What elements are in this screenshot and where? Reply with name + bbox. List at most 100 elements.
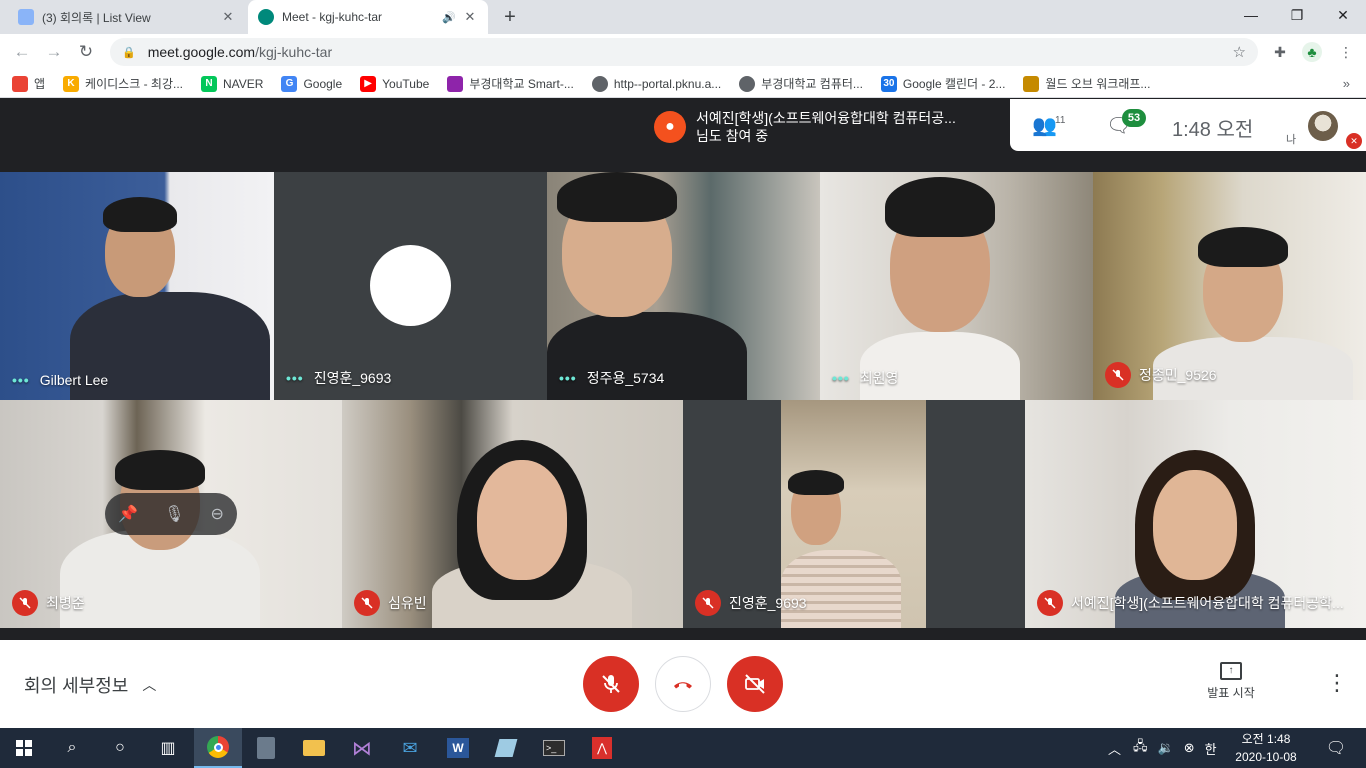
search-icon[interactable]: ⌕ <box>48 728 96 768</box>
taskbar-clock[interactable]: 오전 1:48 2020-10-08 <box>1230 730 1302 766</box>
bookmark-apps[interactable]: 앱 <box>12 75 45 92</box>
mic-off-icon <box>602 675 620 693</box>
mic-off-icon <box>1037 590 1063 616</box>
menu-icon[interactable]: ⋮ <box>1336 42 1356 62</box>
windows-start-icon[interactable] <box>0 728 48 768</box>
profile-extension-icon[interactable]: ♣ <box>1302 42 1322 62</box>
task-view-icon[interactable]: ▥ <box>144 728 192 768</box>
chrome-taskbar-icon[interactable] <box>194 728 242 768</box>
participant-name: ••• Gilbert Lee <box>12 372 108 388</box>
url-path: /kgj-kuhc-tar <box>255 44 333 60</box>
bookmark-google[interactable]: G Google <box>281 75 342 92</box>
meet-control-bar: 회의 세부정보 ︿ ↑ 발표 시작 ⋮ <box>0 640 1366 728</box>
more-options-icon[interactable]: ⋮ <box>1326 670 1348 696</box>
pin-icon[interactable]: 📌 <box>118 504 138 524</box>
notification-center-icon[interactable]: 🗨 <box>1312 728 1360 768</box>
new-tab-button[interactable]: + <box>498 5 522 29</box>
globe-icon <box>591 75 608 92</box>
word-icon[interactable]: W <box>434 728 482 768</box>
back-button[interactable]: ← <box>10 40 34 64</box>
close-window-button[interactable]: ✕ <box>1320 0 1366 32</box>
people-icon[interactable]: 👥 <box>1032 113 1057 138</box>
volume-icon[interactable]: 🔉 <box>1158 740 1174 756</box>
mute-participant-icon[interactable]: 🎙 <box>164 504 184 524</box>
taskbar-date: 2020-10-08 <box>1235 750 1297 764</box>
remove-participant-icon[interactable]: ⊖ <box>211 504 224 524</box>
video-tile-1[interactable]: ••• Gilbert Lee <box>0 172 274 400</box>
app-icon[interactable] <box>482 728 530 768</box>
naver-icon: N <box>201 75 217 92</box>
reload-button[interactable]: ↻ <box>74 40 98 64</box>
join-notification: ● 서예진[학생](소프트웨어융합대학 컴퓨터공... 님도 참여 중 <box>646 103 1010 151</box>
bookmark-pknu-smart[interactable]: 부경대학교 Smart-... <box>447 75 574 92</box>
self-avatar[interactable] <box>1308 111 1338 141</box>
close-icon[interactable]: ✕ <box>462 9 478 25</box>
microphone-toggle-button[interactable] <box>583 656 639 712</box>
mic-off-icon <box>12 590 38 616</box>
meeting-time: 1:48 오전 <box>1172 119 1254 141</box>
self-label: 나 <box>1286 134 1297 146</box>
present-now-button[interactable]: ↑ 발표 시작 <box>1196 662 1266 701</box>
browser-tab-strip: (3) 회의록 | List View ✕ Meet - kgj-kuhc-ta… <box>0 0 1366 34</box>
participant-name: 정종민_9526 <box>1105 362 1217 388</box>
notification-text: 서예진[학생](소프트웨어융합대학 컴퓨터공... 님도 참여 중 <box>696 109 996 145</box>
chevron-up-icon[interactable]: ︿ <box>1108 739 1121 758</box>
meet-icon <box>258 9 274 25</box>
video-tile-7[interactable]: 심유빈 <box>342 400 683 628</box>
leave-call-button[interactable] <box>655 656 711 712</box>
video-tile-8[interactable]: 진영훈_9693 <box>683 400 1025 628</box>
bookmark-pknu-cs[interactable]: 부경대학교 컴퓨터... <box>739 75 863 92</box>
bookmark-calendar[interactable]: 30 Google 캘린더 - 2... <box>880 75 1005 92</box>
terminal-icon[interactable]: >_ <box>530 728 578 768</box>
tab-title: (3) 회의록 | List View <box>42 10 151 25</box>
bookmark-wow[interactable]: 월드 오브 워크래프... <box>1023 75 1150 92</box>
mail-icon[interactable]: ✉ <box>386 728 434 768</box>
globe-icon <box>739 75 756 92</box>
video-tile-4[interactable]: ••• 최원영 <box>820 172 1093 400</box>
participant-name-text: 진영훈_9693 <box>313 370 392 386</box>
visual-studio-icon[interactable]: ⋈ <box>338 728 386 768</box>
bookmark-portal[interactable]: http--portal.pknu.a... <box>591 75 721 92</box>
url-host: meet.google.com <box>147 44 256 60</box>
address-bar[interactable]: 🔒 meet.google.com/kgj-kuhc-tar ☆ <box>110 38 1258 66</box>
bookmarks-bar: 앱 K 케이디스크 - 최강... N NAVER G Google ▶ YouTube… <box>0 70 1366 98</box>
camera-toggle-button[interactable] <box>727 656 783 712</box>
lock-icon[interactable]: 🔒 <box>122 46 136 59</box>
youtube-icon: ▶ <box>360 75 377 92</box>
system-tray: ︿ 🖧 🔉 ⊗ 한 <box>1108 728 1217 768</box>
meeting-details-button[interactable]: 회의 세부정보 ︿ <box>24 672 156 698</box>
bookmark-youtube[interactable]: ▶ YouTube <box>360 75 429 92</box>
ime-indicator[interactable]: 한 <box>1205 739 1217 758</box>
error-icon[interactable]: ⊗ <box>1184 740 1195 756</box>
speaker-icon[interactable]: 🔊 <box>442 11 456 24</box>
video-tile-2[interactable]: ••• 진영훈_9693 <box>274 172 547 400</box>
video-tile-3[interactable]: ••• 정주용_5734 <box>547 172 820 400</box>
tab-meet[interactable]: Meet - kgj-kuhc-tar 🔊 ✕ <box>248 0 488 34</box>
taskbar-time: 오전 1:48 <box>1241 732 1291 746</box>
audio-level-icon: ••• <box>559 370 577 386</box>
bookmark-label: 부경대학교 컴퓨터... <box>761 77 863 91</box>
hang-up-icon <box>674 682 692 689</box>
bookmarks-overflow-icon[interactable]: » <box>1343 76 1350 91</box>
extensions-icon[interactable]: ✚ <box>1270 42 1290 62</box>
bookmark-kdisk[interactable]: K 케이디스크 - 최강... <box>63 75 183 92</box>
person-avatar-icon: ● <box>654 111 686 143</box>
tile-hover-controls: 📌 🎙 ⊖ <box>105 493 237 535</box>
bookmark-naver[interactable]: N NAVER <box>201 75 263 92</box>
bookmark-star-icon[interactable]: ☆ <box>1233 43 1246 61</box>
maximize-button[interactable]: ❐ <box>1274 0 1320 32</box>
pdf-reader-icon[interactable]: ⋀ <box>578 728 626 768</box>
participant-name: 심유빈 <box>354 590 427 616</box>
tab-list-view[interactable]: (3) 회의록 | List View ✕ <box>8 0 246 34</box>
meeting-details-label: 회의 세부정보 <box>24 676 129 696</box>
video-tile-5[interactable]: 정종민_9526 <box>1093 172 1366 400</box>
calculator-icon[interactable] <box>242 728 290 768</box>
minimize-button[interactable]: — <box>1228 0 1274 32</box>
bookmark-label: 케이디스크 - 최강... <box>85 77 183 91</box>
network-icon[interactable]: 🖧 <box>1133 737 1148 759</box>
close-icon[interactable]: ✕ <box>220 9 236 25</box>
cortana-icon[interactable]: ○ <box>96 728 144 768</box>
forward-button[interactable]: → <box>42 40 66 64</box>
video-tile-9[interactable]: 서예진[학생](소프트웨어융합대학 컴퓨터공학... <box>1025 400 1366 628</box>
file-explorer-icon[interactable] <box>290 728 338 768</box>
